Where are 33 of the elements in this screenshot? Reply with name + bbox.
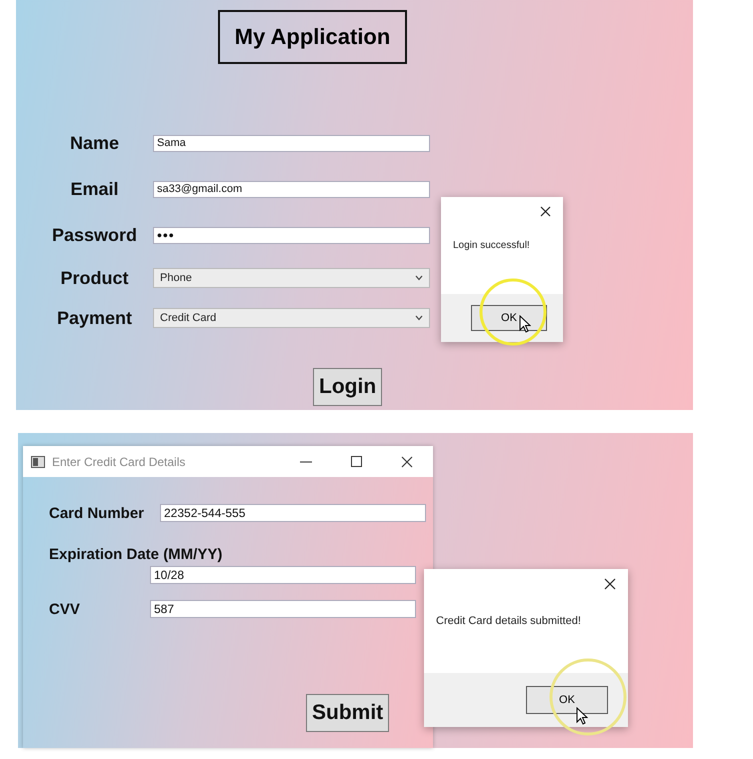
password-field[interactable]: ••• xyxy=(153,226,430,244)
ok-button[interactable]: OK xyxy=(526,686,608,714)
field-label: Password xyxy=(50,224,138,246)
dialog-message: Login successful! xyxy=(453,240,530,251)
field-label: Payment xyxy=(56,308,134,328)
field-label: CVV xyxy=(49,600,81,618)
input-field[interactable]: 22352-544-555 xyxy=(160,504,426,522)
app-icon xyxy=(31,456,45,468)
input-field[interactable]: 587 xyxy=(150,600,416,618)
field-label: Card Number xyxy=(49,504,146,522)
chevron-down-icon xyxy=(415,315,423,321)
field-label: Name xyxy=(68,132,120,154)
click-highlight xyxy=(478,277,548,347)
submit-button[interactable]: Submit xyxy=(306,694,390,732)
cursor-icon xyxy=(576,707,588,725)
login-button[interactable]: Login xyxy=(313,368,382,406)
input-field[interactable]: 10/28 xyxy=(150,566,416,584)
cursor-icon xyxy=(519,315,531,333)
close-icon[interactable] xyxy=(401,456,413,468)
dialog-message: Credit Card details submitted! xyxy=(436,615,581,627)
close-icon[interactable] xyxy=(604,578,616,590)
maximize-icon[interactable] xyxy=(351,456,362,467)
app-title: My Application xyxy=(218,10,407,64)
dropdown[interactable]: Phone xyxy=(153,268,430,288)
field-label: Expiration Date (MM/YY) xyxy=(49,546,224,563)
input-field[interactable]: sa33@gmail.com xyxy=(153,180,430,198)
window-title: Enter Credit Card Details xyxy=(52,454,186,468)
dropdown[interactable]: Credit Card xyxy=(153,308,430,328)
chevron-down-icon xyxy=(415,275,423,281)
close-icon[interactable] xyxy=(540,206,551,217)
field-label: Email xyxy=(69,178,120,200)
input-field[interactable]: Sama xyxy=(153,134,430,152)
field-label: Product xyxy=(59,268,130,288)
